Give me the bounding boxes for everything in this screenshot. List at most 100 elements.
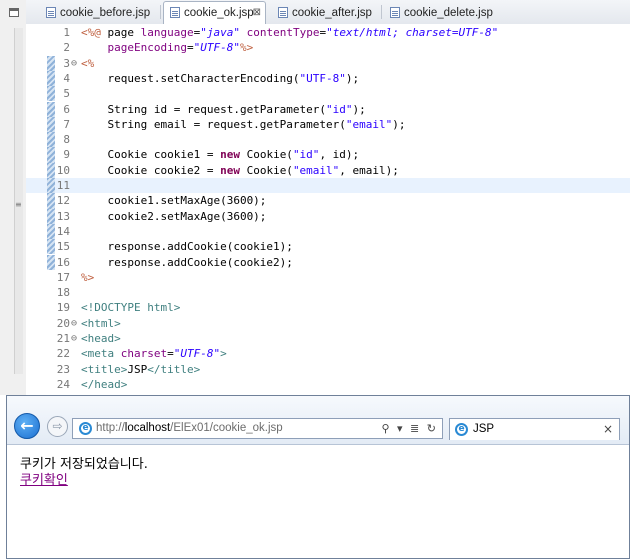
url-prefix: http://	[96, 422, 125, 434]
code-line[interactable]: 18	[26, 285, 630, 300]
fold-toggle-icon[interactable]: ⊖	[71, 56, 81, 71]
line-number: 17	[56, 270, 70, 284]
code-text: Cookie cookie2 = new Cookie("email", ema…	[81, 163, 399, 177]
browser-tab[interactable]: e JSP ×	[449, 418, 620, 440]
line-number: 12	[56, 194, 70, 208]
code-text: cookie1.setMaxAge(3600);	[81, 194, 267, 208]
line-number: 14	[56, 224, 70, 238]
code-text: request.setCharacterEncoding("UTF-8");	[81, 71, 360, 85]
line-number: 2	[63, 41, 70, 55]
line-number: 15	[56, 240, 70, 254]
line-number: 11	[56, 179, 70, 192]
code-text: pageEncoding="UTF-8"%>	[107, 41, 254, 55]
code-text: <head>	[81, 332, 121, 345]
code-text: <html>	[81, 316, 121, 330]
line-number: 16	[56, 255, 70, 269]
code-text: <meta charset="UTF-8">	[81, 347, 227, 361]
browser-window: ← ⇨ e http://localhost/ElEx01/cookie_ok.…	[6, 395, 630, 559]
code-text: <!DOCTYPE html>	[81, 301, 181, 315]
code-text: response.addCookie(cookie2);	[81, 255, 293, 269]
line-number: 4	[63, 71, 70, 85]
file-icon	[390, 7, 400, 18]
close-icon[interactable]: ⊠	[253, 2, 261, 24]
page-content: 쿠키가 저장되었습니다. 쿠키확인	[7, 445, 629, 558]
line-number: 9	[63, 148, 70, 162]
left-panel: ≡	[0, 0, 27, 395]
code-line[interactable]: 16 response.addCookie(cookie2);	[26, 254, 630, 270]
code-line[interactable]: 8	[26, 132, 630, 148]
line-number: 3	[63, 56, 70, 70]
tab-separator	[160, 5, 161, 19]
code-text: response.addCookie(cookie1);	[81, 240, 293, 254]
address-tools-icons[interactable]: ⚲ ▾ ≣ ↻	[381, 419, 438, 438]
code-text: %>	[81, 270, 95, 284]
ide-window: ≡ cookie_before.jsp cookie_ok.jsp ⊠ cook…	[0, 0, 630, 395]
editor-tab-cookie-before[interactable]: cookie_before.jsp	[40, 2, 158, 23]
url-host: localhost	[124, 422, 171, 434]
code-line[interactable]: 13 cookie2.setMaxAge(3600);	[26, 208, 630, 224]
code-line[interactable]: 23 <title>JSP</title>	[26, 362, 630, 377]
tab-label: cookie_ok.jsp	[184, 7, 254, 19]
code-text: Cookie cookie1 = new Cookie("id", id);	[81, 148, 360, 162]
code-editor[interactable]: 1 <%@ page language="java" contentType="t…	[26, 24, 630, 395]
url-text[interactable]: http://localhost/ElEx01/cookie_ok.jsp	[96, 419, 283, 438]
code-line[interactable]: 6 String id = request.getParameter("id")…	[26, 101, 630, 117]
browser-tab-title: JSP	[473, 423, 495, 435]
code-text: <title>JSP</title>	[81, 362, 201, 376]
minimize-icon[interactable]	[9, 8, 19, 17]
code-text: String email = request.getParameter("ema…	[81, 117, 406, 131]
line-number: 5	[63, 87, 70, 101]
line-number: 23	[56, 362, 70, 376]
code-line[interactable]: 20 ⊖ <html>	[26, 316, 630, 331]
code-line[interactable]: 17 %>	[26, 270, 630, 285]
line-number: 1	[63, 26, 70, 39]
url-path: /ElEx01/cookie_ok.jsp	[170, 422, 283, 434]
code-line[interactable]: 14	[26, 223, 630, 240]
address-bar[interactable]: e http://localhost/ElEx01/cookie_ok.jsp …	[72, 418, 443, 439]
editor-tab-cookie-ok[interactable]: cookie_ok.jsp ⊠	[163, 1, 266, 25]
code-line[interactable]: 12 cookie1.setMaxAge(3600);	[26, 193, 630, 209]
fold-toggle-icon[interactable]: ⊖	[71, 331, 81, 346]
code-text: String id = request.getParameter("id");	[81, 102, 366, 116]
code-line[interactable]: 21 ⊖ <head>	[26, 331, 630, 346]
line-number: 10	[56, 163, 70, 177]
editor-tab-cookie-delete[interactable]: cookie_delete.jsp	[384, 2, 504, 23]
cookie-check-link[interactable]: 쿠키확인	[20, 469, 68, 488]
forward-arrow-icon[interactable]: ⇨	[47, 416, 68, 437]
code-text: cookie2.setMaxAge(3600);	[81, 209, 267, 223]
file-icon	[170, 7, 180, 18]
code-line[interactable]: 1 <%@ page language="java" contentType="t…	[26, 25, 630, 40]
line-number: 8	[63, 133, 70, 147]
back-arrow-icon[interactable]: ←	[14, 413, 40, 439]
line-number: 19	[56, 301, 70, 315]
line-number: 20	[56, 316, 70, 330]
code-line[interactable]: 24 </head>	[26, 377, 630, 392]
ie-icon: e	[79, 422, 92, 435]
code-line[interactable]: 22 <meta charset="UTF-8">	[26, 346, 630, 361]
code-line[interactable]: 7 String email = request.getParameter("e…	[26, 116, 630, 133]
code-line[interactable]: 5	[26, 86, 630, 102]
close-icon[interactable]: ×	[603, 419, 613, 440]
browser-toolbar: ← ⇨ e http://localhost/ElEx01/cookie_ok.…	[7, 396, 629, 445]
code-line[interactable]: 15 response.addCookie(cookie1);	[26, 239, 630, 255]
ie-icon: e	[455, 423, 468, 436]
code-text: <%	[81, 56, 95, 70]
line-number: 6	[63, 102, 70, 116]
code-line[interactable]: 2 pageEncoding="UTF-8"%>	[26, 40, 630, 55]
fold-toggle-icon[interactable]: ⊖	[71, 316, 81, 331]
editor-tab-cookie-after[interactable]: cookie_after.jsp	[272, 2, 382, 23]
code-line[interactable]: 9 Cookie cookie1 = new Cookie("id", id);	[26, 147, 630, 163]
code-text: </head>	[81, 377, 128, 391]
panel-grip-icon[interactable]: ≡	[15, 201, 22, 209]
code-text: <%@ page language="java" contentType="te…	[81, 26, 499, 39]
code-line[interactable]: 3 ⊖ <%	[26, 55, 630, 71]
tab-separator	[381, 5, 382, 19]
editor-tabbar: cookie_before.jsp cookie_ok.jsp ⊠ cookie…	[26, 0, 630, 25]
code-line[interactable]: 4 request.setCharacterEncoding("UTF-8");	[26, 70, 630, 87]
line-number: 22	[56, 347, 70, 361]
code-line[interactable]: 19 <!DOCTYPE html>	[26, 300, 630, 315]
code-line[interactable]: 11	[26, 178, 630, 194]
line-number: 24	[56, 377, 70, 391]
file-icon	[46, 7, 56, 18]
code-line[interactable]: 10 Cookie cookie2 = new Cookie("email", …	[26, 162, 630, 178]
